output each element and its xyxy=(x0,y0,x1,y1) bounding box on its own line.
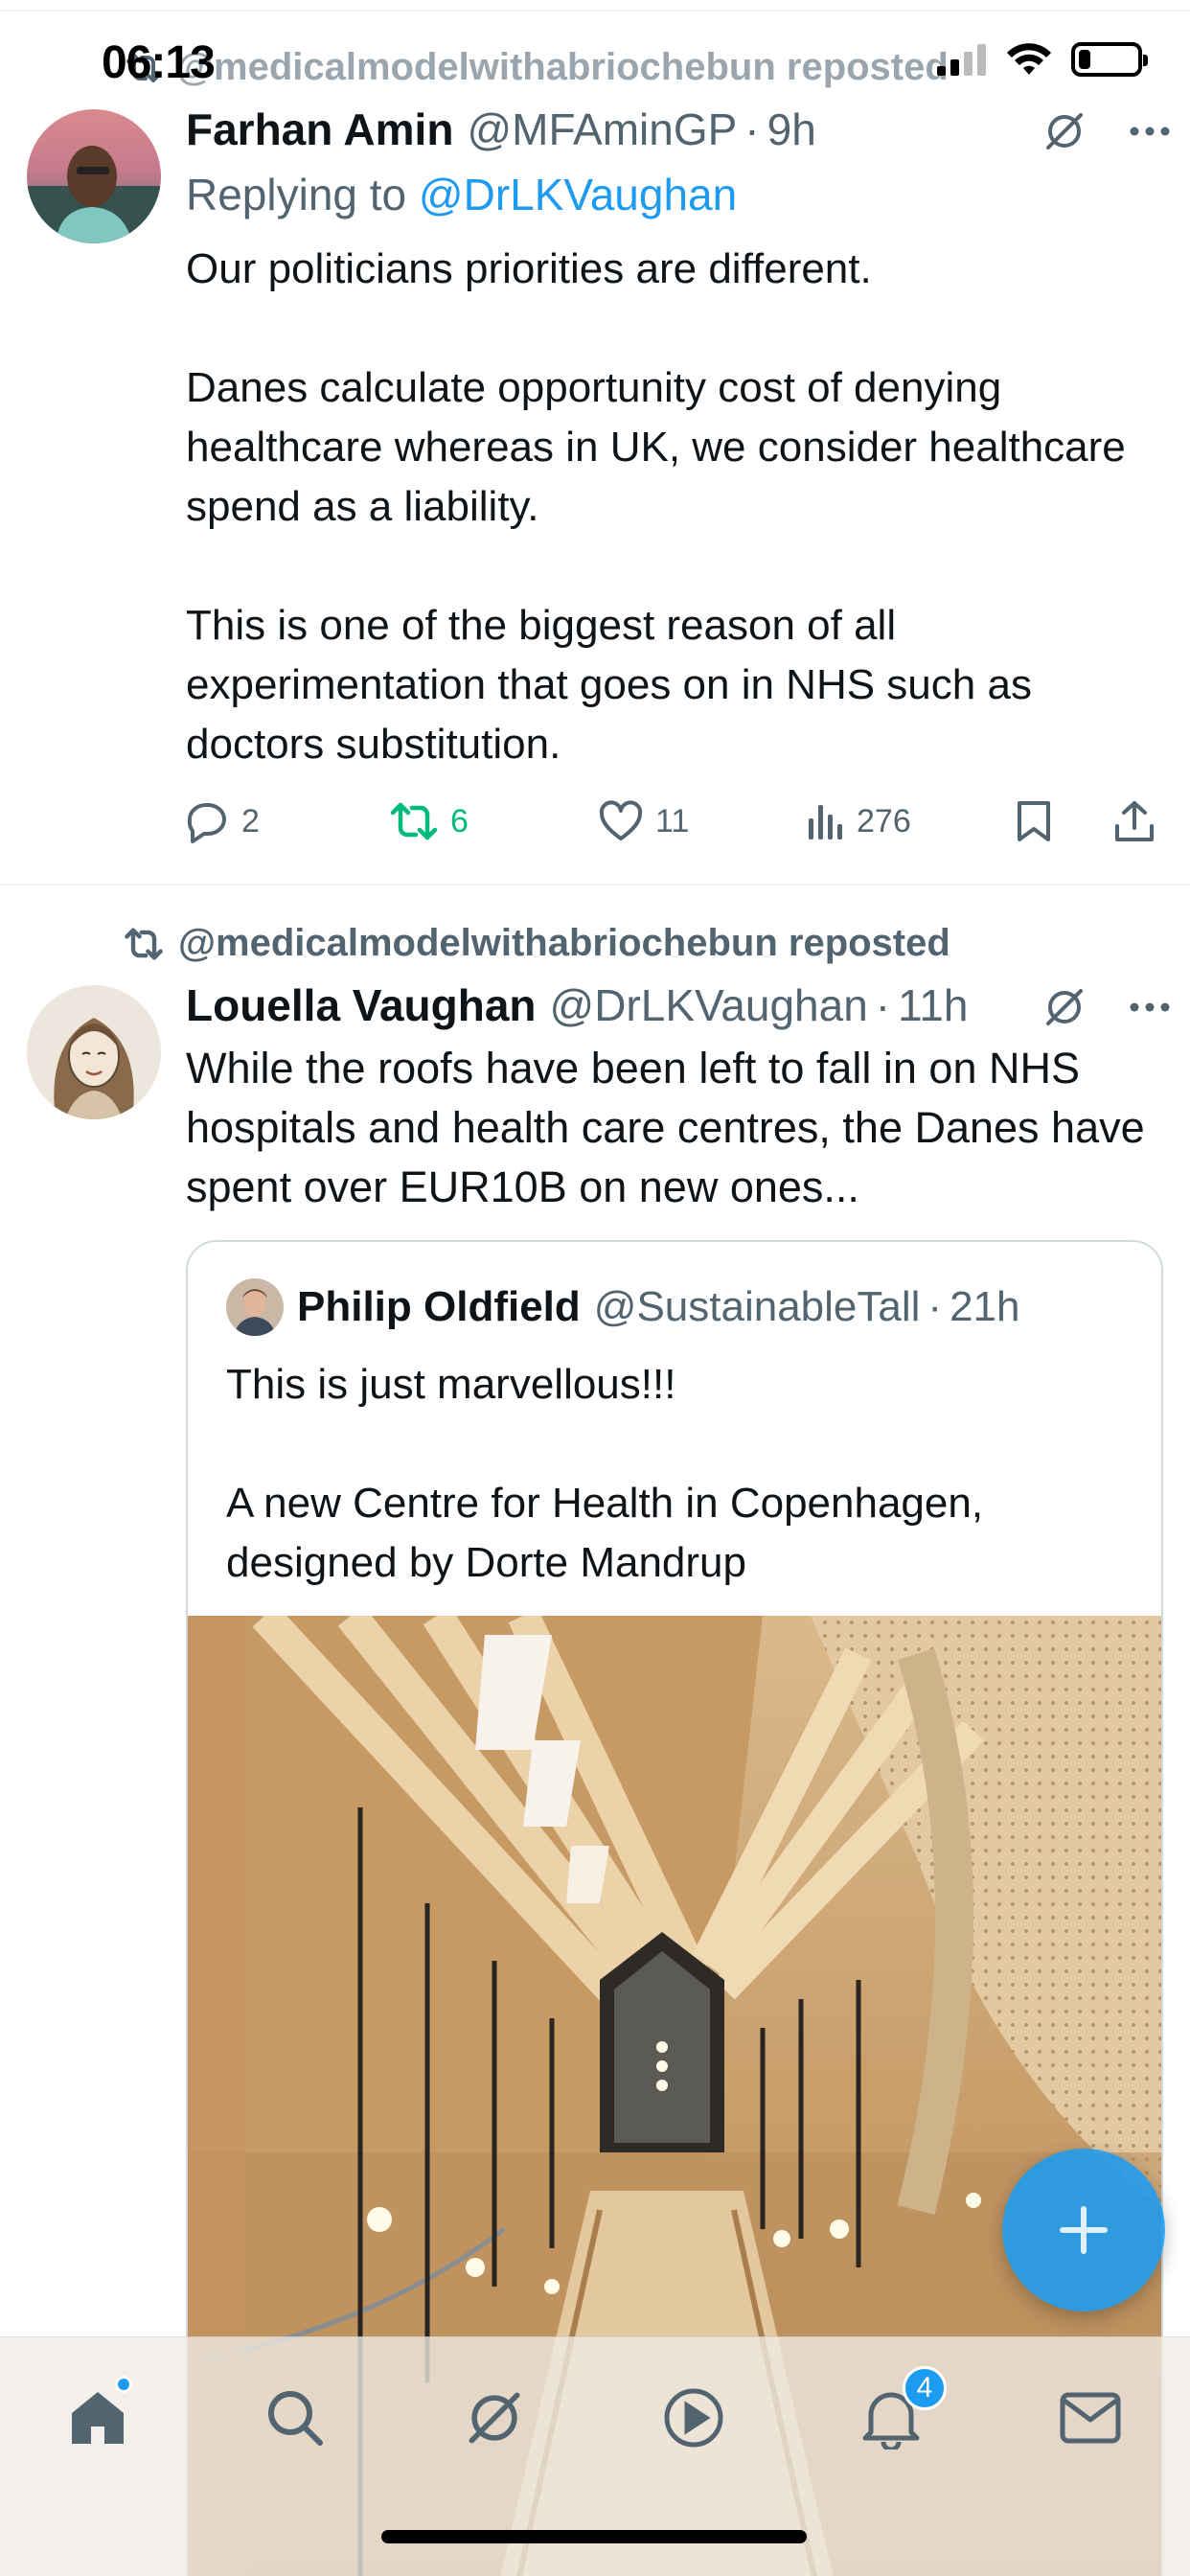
tweet-header: Louella Vaughan @DrLKVaughan · 11h xyxy=(186,979,968,1031)
quote-header: Philip Oldfield @SustainableTall · 21h xyxy=(226,1278,1020,1336)
battery-level xyxy=(1079,50,1090,69)
grok-icon[interactable] xyxy=(1042,109,1087,153)
like-button[interactable]: 11 xyxy=(598,800,689,842)
tweet-actions: 2 6 11 276 xyxy=(182,788,1169,855)
quote-text: This is just marvellous!!! A new Centre … xyxy=(226,1361,984,1586)
tweet-timestamp[interactable]: 9h xyxy=(767,104,816,155)
video-icon xyxy=(664,2388,723,2448)
views-icon xyxy=(809,805,842,840)
author-name[interactable]: Louella Vaughan xyxy=(186,979,537,1031)
avatar-farhan-amin[interactable] xyxy=(27,109,161,243)
tweet-header-actions xyxy=(1042,985,1171,1029)
share-button[interactable] xyxy=(1113,799,1156,843)
status-bar: 06:13 xyxy=(0,0,1190,105)
repost-action-icon xyxy=(390,802,438,840)
home-unread-dot xyxy=(115,2376,132,2393)
compose-button[interactable] xyxy=(1002,2149,1165,2312)
quote-author-handle[interactable]: @SustainableTall xyxy=(594,1283,921,1331)
tweet-text: While the roofs have been left to fall i… xyxy=(186,1044,1145,1211)
quote-separator: · xyxy=(927,1283,943,1330)
bookmark-icon xyxy=(1018,801,1050,841)
heart-icon xyxy=(599,800,643,840)
notifications-badge: 4 xyxy=(903,2366,947,2410)
author-handle[interactable]: @DrLKVaughan xyxy=(550,979,868,1031)
tweet-header-actions xyxy=(1042,109,1171,153)
share-icon xyxy=(1115,801,1154,841)
signal-icon xyxy=(937,44,986,76)
home-icon xyxy=(72,2392,124,2444)
repost-label: @medicalmodelwithabriochebun reposted xyxy=(178,922,950,964)
tweet-header: Farhan Amin @MFAminGP · 9h xyxy=(186,104,816,155)
messages-icon xyxy=(1060,2392,1121,2444)
header-separator: · xyxy=(744,104,760,154)
views-count: 276 xyxy=(857,802,911,840)
bookmark-button[interactable] xyxy=(1016,799,1052,843)
reply-button[interactable]: 2 xyxy=(182,799,260,843)
search-icon xyxy=(268,2391,323,2446)
author-handle[interactable]: @MFAminGP xyxy=(467,104,737,155)
quote-timestamp[interactable]: 21h xyxy=(950,1283,1019,1331)
header-separator: · xyxy=(875,980,891,1030)
tweet-divider xyxy=(0,884,1190,886)
tweet-timestamp[interactable]: 11h xyxy=(898,979,968,1031)
like-count: 11 xyxy=(655,802,690,840)
avatar-philip-oldfield xyxy=(226,1278,284,1336)
replying-to-label: Replying to xyxy=(186,170,407,219)
tab-notifications[interactable]: 4 xyxy=(853,2366,947,2456)
tab-home[interactable] xyxy=(59,2376,136,2456)
tab-grok[interactable] xyxy=(456,2380,533,2456)
more-options-icon[interactable] xyxy=(1129,126,1171,137)
wifi-icon xyxy=(1007,43,1051,75)
status-icons xyxy=(937,42,1148,77)
grok-icon xyxy=(469,2392,520,2444)
tab-video[interactable] xyxy=(655,2380,732,2456)
more-options-icon[interactable] xyxy=(1129,1001,1171,1013)
tweet-text: Our politicians priorities are different… xyxy=(186,245,1126,768)
repost-indicator: @medicalmodelwithabriochebun reposted xyxy=(123,922,950,965)
home-indicator xyxy=(381,2530,807,2543)
quote-author-name[interactable]: Philip Oldfield xyxy=(297,1283,581,1331)
repost-icon xyxy=(125,927,163,959)
reply-icon xyxy=(187,802,226,843)
tab-messages[interactable] xyxy=(1052,2380,1129,2456)
tab-search[interactable] xyxy=(257,2380,333,2456)
views-button[interactable]: 276 xyxy=(807,801,911,841)
status-time: 06:13 xyxy=(102,37,216,88)
replying-to: Replying to @DrLKVaughan xyxy=(186,169,737,220)
reply-count: 2 xyxy=(241,802,260,840)
repost-count: 6 xyxy=(450,802,469,840)
replying-to-handle[interactable]: @DrLKVaughan xyxy=(419,170,737,219)
plus-icon xyxy=(1060,2206,1108,2254)
avatar-louella-vaughan[interactable] xyxy=(27,985,161,1119)
battery-icon xyxy=(1071,42,1148,77)
repost-button[interactable]: 6 xyxy=(389,801,469,841)
grok-icon[interactable] xyxy=(1042,985,1087,1029)
author-name[interactable]: Farhan Amin xyxy=(186,104,453,155)
